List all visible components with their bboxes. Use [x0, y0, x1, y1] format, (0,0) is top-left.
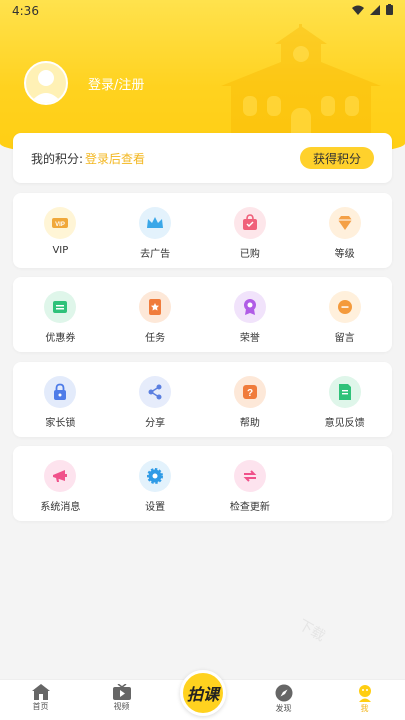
menu-item-gear[interactable]: 设置: [108, 446, 203, 521]
menu-grid-row: VIP VIP 去广告 已购 等级: [13, 193, 392, 268]
wifi-icon: [352, 5, 364, 15]
bag-icon: [233, 207, 266, 239]
menu-item-label: 荣誉: [239, 333, 260, 344]
help-icon: ?: [233, 376, 266, 408]
crown-icon: [139, 207, 172, 239]
menu-item-label: 去广告: [140, 249, 171, 260]
vip-icon: VIP: [44, 207, 77, 239]
message-icon: [328, 291, 361, 323]
menu-grid-row: 系统消息 设置 检查更新: [13, 446, 392, 521]
status-bar: 4:36: [0, 0, 405, 24]
task-icon: [139, 291, 172, 323]
refresh-icon: [233, 460, 266, 492]
menu-item-label: 等级: [334, 249, 355, 260]
menu-item-label: 分享: [145, 418, 166, 429]
menu-item-bell[interactable]: 系统消息: [13, 446, 108, 521]
menu-item-vip[interactable]: VIP VIP: [13, 193, 108, 268]
coupon-icon: [44, 291, 77, 323]
school-building-illustration: [221, 24, 381, 142]
diamond-icon: [328, 207, 361, 239]
medal-icon: [233, 291, 266, 323]
menu-item-label: 系统消息: [40, 502, 81, 513]
menu-item-medal[interactable]: 荣誉: [203, 277, 298, 352]
menu-item-label: 已购: [239, 249, 260, 260]
center-camera-button[interactable]: 拍课: [180, 670, 226, 716]
battery-icon: [386, 4, 393, 15]
status-time: 4:36: [12, 4, 39, 18]
watermark: 下载: [295, 616, 328, 645]
nav-item-home[interactable]: 首页: [0, 680, 81, 720]
avatar[interactable]: [24, 61, 68, 105]
points-value[interactable]: 登录后查看: [85, 150, 145, 167]
menu-item-diamond[interactable]: 等级: [297, 193, 392, 268]
login-register-link[interactable]: 登录/注册: [88, 74, 144, 93]
nav-label-me: 我: [360, 704, 369, 713]
me-icon: [358, 685, 371, 702]
home-icon: [31, 684, 50, 700]
menu-item-label: 家长锁: [45, 418, 76, 429]
menu-item-crown[interactable]: 去广告: [108, 193, 203, 268]
menu-item-label: 任务: [145, 333, 166, 344]
menu-item-label: 意见反馈: [324, 418, 365, 429]
menu-grid-row: 优惠券 任务 荣誉 留言: [13, 277, 392, 352]
menu-item-label: 优惠券: [45, 333, 76, 344]
menu-item-refresh[interactable]: 检查更新: [203, 446, 298, 521]
menu-item-label: 留言: [334, 333, 355, 344]
points-card: 我的积分: 登录后查看 获得积分: [13, 133, 392, 183]
menu-item-task[interactable]: 任务: [108, 277, 203, 352]
nav-item-me[interactable]: 我: [324, 680, 405, 720]
feedback-icon: [328, 376, 361, 408]
get-points-button[interactable]: 获得积分: [300, 147, 374, 169]
menu-item-label: VIP: [52, 245, 69, 256]
menu-item-bag[interactable]: 已购: [203, 193, 298, 268]
menu-item-message[interactable]: 留言: [297, 277, 392, 352]
lock-icon: [44, 376, 77, 408]
nav-label-home: 首页: [32, 702, 49, 711]
menu-grid-row: 家长锁 分享? 帮助 意见反馈: [13, 362, 392, 437]
menu-item-label: 帮助: [239, 418, 260, 429]
nav-item-video[interactable]: 视频: [81, 680, 162, 720]
points-label: 我的积分:: [31, 151, 84, 166]
compass-icon: [275, 684, 292, 702]
nav-label-discover: 发现: [275, 704, 292, 713]
menu-item-lock[interactable]: 家长锁: [13, 362, 108, 437]
menu-item-label: 设置: [145, 502, 166, 513]
center-logo-text: 拍课: [186, 685, 219, 704]
signal-icon: [370, 4, 380, 15]
svg-text:?: ?: [247, 388, 253, 399]
nav-item-discover[interactable]: 发现: [243, 680, 324, 720]
menu-item-coupon[interactable]: 优惠券: [13, 277, 108, 352]
svg-text:VIP: VIP: [56, 222, 66, 228]
nav-label-video: 视频: [113, 702, 130, 711]
menu-item-share[interactable]: 分享: [108, 362, 203, 437]
video-icon: [112, 684, 131, 700]
bell-icon: [44, 460, 77, 492]
user-icon: [30, 70, 62, 103]
gear-icon: [139, 460, 172, 492]
share-icon: [139, 376, 172, 408]
menu-item-feedback[interactable]: 意见反馈: [297, 362, 392, 437]
menu-item-help[interactable]: ? 帮助: [203, 362, 298, 437]
menu-item-label: 检查更新: [229, 502, 270, 513]
